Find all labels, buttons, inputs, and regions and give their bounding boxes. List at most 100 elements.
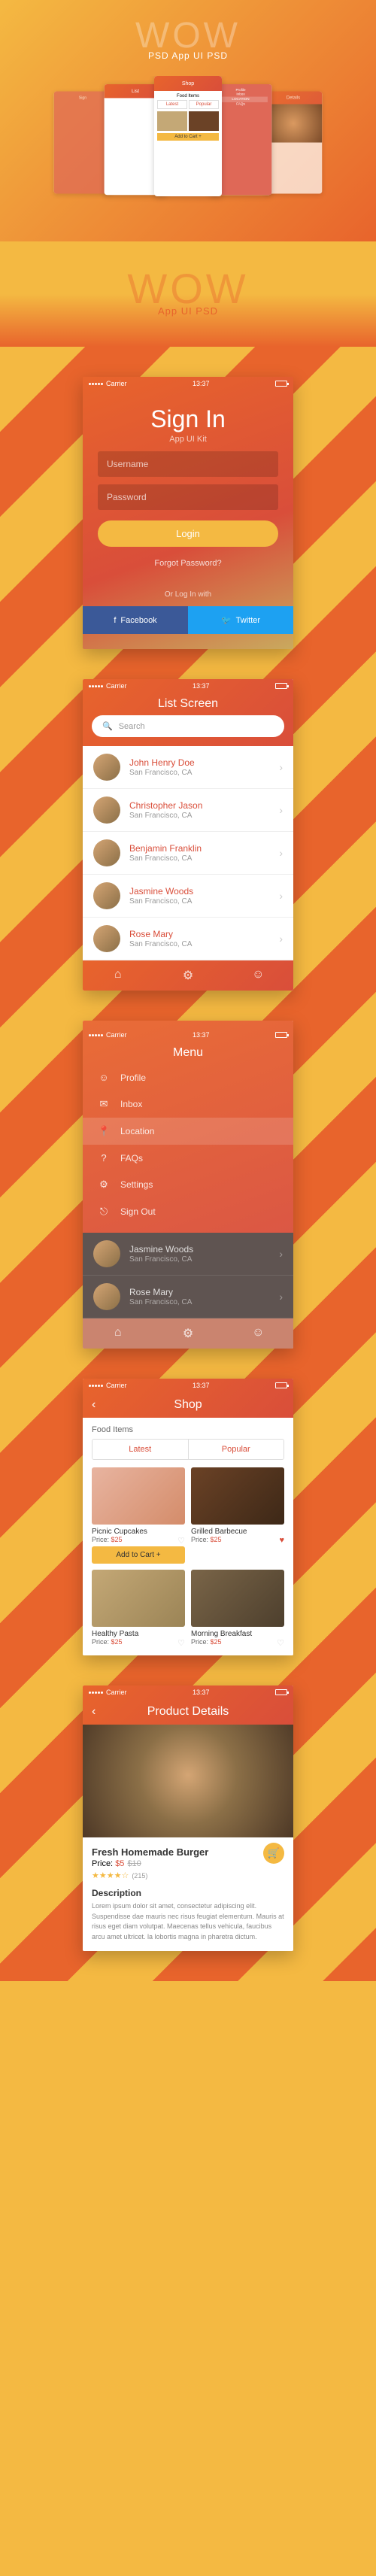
list-item-name: Rose Mary [129,929,279,939]
signin-title: Sign In [83,405,293,433]
search-icon: 🔍 [102,721,113,731]
shop-title: ‹Shop [83,1392,293,1418]
list-item[interactable]: Christopher JasonSan Francisco, CA› [83,789,293,832]
list-item[interactable]: Jasmine WoodsSan Francisco, CA› [83,875,293,918]
password-input[interactable]: Password [98,484,278,510]
product-image [191,1570,284,1627]
login-button[interactable]: Login [98,520,278,547]
list-item-name: Christopher Jason [129,800,279,811]
chevron-right-icon: › [279,890,283,902]
help-icon: ? [98,1152,110,1164]
back-icon[interactable]: ‹ [92,1705,96,1719]
list-item-location: San Francisco, CA [129,854,279,863]
heart-icon[interactable]: ♡ [277,1638,284,1648]
list-item[interactable]: Benjamin FranklinSan Francisco, CA› [83,832,293,875]
chevron-right-icon: › [279,847,283,859]
tab-latest[interactable]: Latest [92,1440,189,1459]
list-item-name: Benjamin Franklin [129,843,279,854]
facebook-button[interactable]: fFacebook [83,606,188,634]
mini-signin: Sign [54,92,112,194]
mini-shop: ShopFood ItemsLatestPopularAdd to Cart + [154,76,222,196]
home-tab[interactable]: ⌂ [83,968,153,983]
twitter-button[interactable]: 🐦Twitter [188,606,293,634]
status-bar: Carrier 13:37 [83,377,293,390]
heart-icon[interactable]: ♡ [177,1536,185,1546]
search-input[interactable]: 🔍Search [92,715,284,737]
home-tab[interactable]: ⌂ [83,1326,153,1341]
menu-item-sign-out[interactable]: ⎋Sign Out [83,1198,293,1225]
tab-bar: ⌂ ⚙ ☺ [83,960,293,991]
product-name: Grilled Barbecue [191,1528,284,1536]
avatar [93,882,120,909]
chevron-right-icon: › [279,804,283,816]
profile-tab[interactable]: ☺ [223,1326,293,1341]
product-name: Fresh Homemade Burger [92,1846,284,1858]
status-bar: Carrier 13:37 [83,1379,293,1392]
tab-popular[interactable]: Popular [189,1440,284,1459]
chevron-right-icon: › [279,761,283,773]
back-icon[interactable]: ‹ [92,1398,96,1412]
twitter-icon: 🐦 [221,615,232,625]
settings-tab[interactable]: ⚙ [153,1326,223,1341]
list-item-location: San Francisco, CA [129,940,279,948]
settings-tab[interactable]: ⚙ [153,968,223,983]
status-bar: Carrier 13:37 [83,1028,293,1042]
status-bar: Carrier 13:37 [83,1685,293,1699]
avatar [93,754,120,781]
product-card[interactable]: Healthy Pasta Price: $25♡ [92,1570,185,1648]
chevron-right-icon: › [279,1291,283,1303]
add-to-cart-button[interactable]: Add to Cart + [92,1546,185,1564]
username-input[interactable]: Username [98,451,278,477]
product-name: Picnic Cupcakes [92,1528,185,1536]
hero-banner-2: WOW App UI PSD [0,241,376,347]
product-hero-image [83,1725,293,1837]
menu-item-settings[interactable]: ⚙Settings [83,1171,293,1198]
list-screen: Carrier 13:37 List Screen 🔍Search John H… [83,679,293,991]
cart-button[interactable]: 🛒 [263,1843,284,1864]
pin-icon: 📍 [98,1125,110,1137]
heart-icon[interactable]: ♥ [279,1536,284,1545]
product-card[interactable]: Grilled Barbecue Price: $25♥ [191,1467,284,1564]
product-title: ‹Product Details [83,1699,293,1725]
menu-item-label: Profile [120,1073,146,1083]
product-image [191,1467,284,1525]
gear-icon: ⚙ [98,1179,110,1191]
list-item-location: San Francisco, CA [129,769,279,777]
menu-item-profile[interactable]: ☺ Profile [83,1064,293,1091]
status-bar: Carrier 13:37 [83,679,293,693]
menu-item-label: Inbox [120,1099,142,1109]
heart-icon[interactable]: ♡ [177,1638,185,1648]
chevron-right-icon: › [279,933,283,945]
list-item-name: John Henry Doe [129,757,279,768]
profile-tab[interactable]: ☺ [223,968,293,983]
forgot-password-link[interactable]: Forgot Password? [83,559,293,568]
battery-icon [275,1382,287,1388]
menu-item-inbox[interactable]: ✉ Inbox [83,1091,293,1118]
signin-subtitle: App UI Kit [83,435,293,444]
menu-item-faqs[interactable]: ? FAQs [83,1145,293,1171]
list-item-location: San Francisco, CA [129,897,279,906]
avatar [93,925,120,952]
shop-screen: Carrier 13:37 ‹Shop Food Items Latest Po… [83,1379,293,1655]
menu-title: Menu [83,1042,293,1064]
mini-product: Details [265,92,323,194]
list-item[interactable]: John Henry DoeSan Francisco, CA› [83,746,293,789]
inbox-icon: ✉ [98,1098,110,1110]
hero-screenshots: Sign List ShopFood ItemsLatestPopularAdd… [0,76,376,211]
person-icon: ☺ [98,1072,110,1083]
rating-stars: ★★★★☆(215) [92,1871,284,1880]
menu-item-label: FAQs [120,1153,143,1164]
battery-icon [275,1032,287,1038]
product-image [92,1467,185,1525]
exit-icon: ⎋ [98,1206,110,1218]
list-item[interactable]: Rose MarySan Francisco, CA› [83,918,293,960]
status-time: 13:37 [193,380,210,387]
avatar [93,839,120,866]
product-name: Healthy Pasta [92,1630,185,1638]
product-card[interactable]: Morning Breakfast Price: $25♡ [191,1570,284,1648]
battery-icon [275,1689,287,1695]
product-card[interactable]: Picnic Cupcakes Price: $25♡ Add to Cart … [92,1467,185,1564]
hero-banner: WOW PSD App UI PSD Sign List ShopFood It… [0,0,376,241]
menu-item-location[interactable]: 📍Location [83,1118,293,1145]
food-items-label: Food Items [92,1425,284,1434]
